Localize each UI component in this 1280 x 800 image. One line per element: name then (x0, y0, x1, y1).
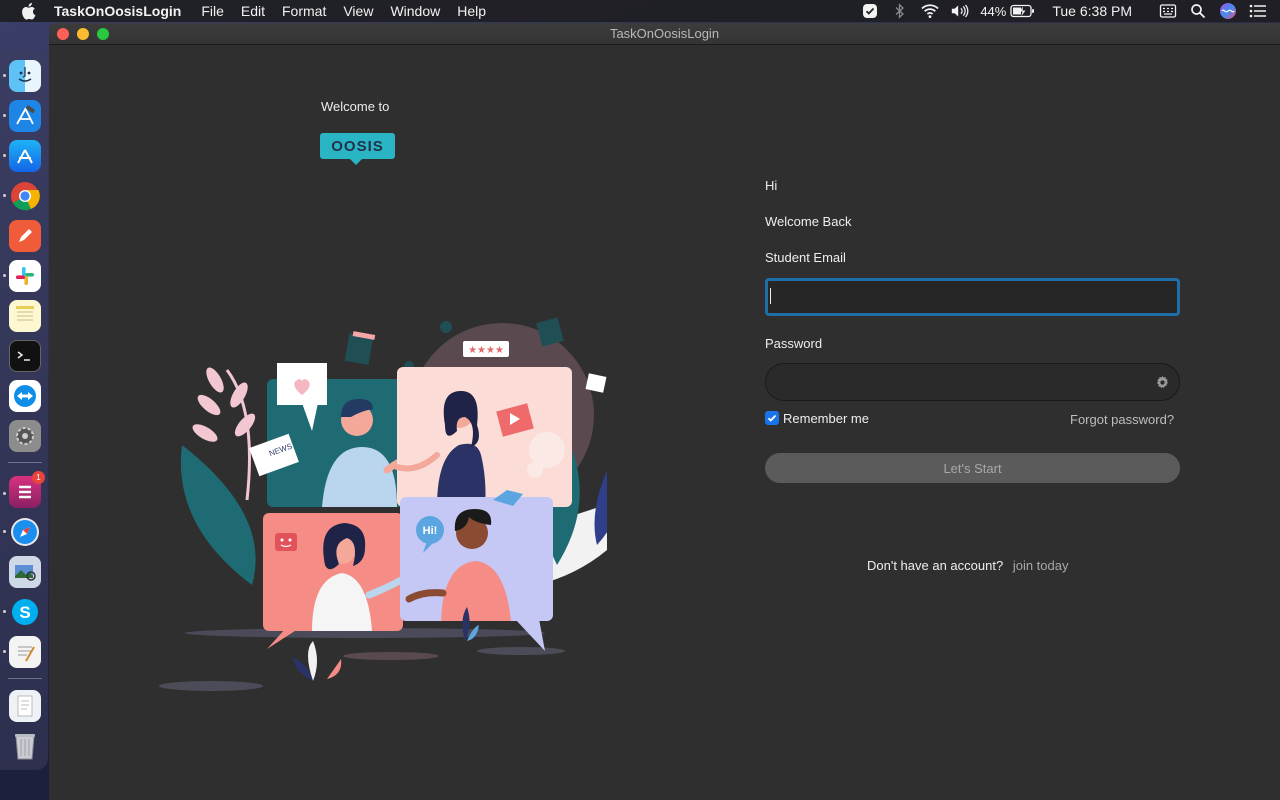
trash-icon[interactable] (9, 730, 41, 762)
remember-me-checkbox[interactable] (765, 411, 779, 425)
documents-icon[interactable] (9, 690, 41, 722)
preview-icon[interactable] (9, 556, 41, 588)
svg-text:S: S (19, 603, 30, 622)
dock-separator (8, 678, 42, 679)
xcode-icon[interactable] (9, 100, 41, 132)
input-menu-icon[interactable] (1158, 2, 1178, 20)
svg-text:★★★★: ★★★★ (468, 345, 504, 356)
oosis-logo: OOSIS (320, 133, 395, 165)
window-title: TaskOnOosisLogin (609, 26, 720, 41)
siri-icon[interactable] (1218, 2, 1238, 20)
welcome-back-text: Welcome Back (765, 214, 852, 229)
lets-start-button[interactable]: Let's Start (765, 453, 1180, 483)
video-chat-illustration: ★★★★ NEWS Hi! (159, 317, 607, 691)
pencil-app-icon[interactable] (9, 220, 41, 252)
window-zoom-button[interactable] (97, 28, 109, 40)
dock-running-indicator (3, 492, 6, 495)
menu-view[interactable]: View (343, 3, 373, 19)
textedit-icon[interactable] (9, 636, 41, 668)
app-store-icon[interactable] (9, 140, 41, 172)
menu-bar-status-area: 44% Tue 6:38 PM (850, 0, 1280, 22)
menu-bar-clock[interactable]: Tue 6:38 PM (1052, 3, 1132, 19)
password-label: Password (765, 336, 823, 351)
window-close-button[interactable] (57, 28, 69, 40)
welcome-to-text: Welcome to (321, 99, 390, 114)
student-email-input[interactable] (765, 278, 1180, 316)
apple-logo-icon[interactable] (20, 2, 36, 20)
spotlight-search-icon[interactable] (1188, 2, 1208, 20)
checkmark-status-icon[interactable] (860, 2, 880, 20)
chrome-icon[interactable] (9, 180, 41, 212)
join-today-link[interactable]: join today (1013, 558, 1069, 573)
slack-icon[interactable] (9, 260, 41, 292)
skype-icon[interactable]: S (9, 596, 41, 628)
dock-running-indicator (3, 194, 6, 197)
volume-icon[interactable] (950, 2, 970, 20)
task-app-icon[interactable]: 1 (9, 471, 45, 508)
dock-running-indicator (3, 74, 6, 77)
safari-icon[interactable] (9, 516, 41, 548)
hi-speech-bubble: Hi! (423, 525, 438, 537)
notification-badge: 1 (32, 471, 45, 484)
student-email-label: Student Email (765, 250, 846, 265)
bluetooth-icon[interactable] (890, 2, 910, 20)
battery-percentage: 44% (980, 3, 1007, 19)
terminal-icon[interactable] (9, 340, 41, 372)
system-preferences-icon[interactable] (9, 420, 41, 452)
app-window: TaskOnOosisLogin Welcome to OOSIS ★★★★ N… (49, 23, 1280, 800)
notes-icon[interactable] (9, 300, 41, 332)
finder-icon[interactable] (9, 60, 41, 92)
login-screen: Welcome to OOSIS ★★★★ NEWS Hi! Hi Welcom… (49, 45, 1280, 800)
teamviewer-icon[interactable] (9, 380, 41, 412)
signup-prompt: Don't have an account? join today (867, 558, 1068, 573)
lets-start-label: Let's Start (943, 460, 1002, 476)
dock-running-indicator (3, 154, 6, 157)
dock-running-indicator (3, 650, 6, 653)
password-options-gear-icon[interactable] (1155, 375, 1170, 390)
password-input[interactable] (765, 363, 1180, 401)
wifi-icon[interactable] (920, 2, 940, 20)
dock-running-indicator (3, 610, 6, 613)
no-account-text: Don't have an account? (867, 558, 1004, 573)
menu-file[interactable]: File (201, 3, 224, 19)
dock-running-indicator (3, 114, 6, 117)
menu-window[interactable]: Window (390, 3, 440, 19)
menu-bar: TaskOnOosisLogin File Edit Format View W… (0, 0, 1280, 22)
window-titlebar[interactable]: TaskOnOosisLogin (49, 23, 1280, 45)
menu-help[interactable]: Help (457, 3, 486, 19)
dock: 1 S (0, 50, 48, 770)
dock-running-indicator (3, 530, 6, 533)
menu-app-name[interactable]: TaskOnOosisLogin (54, 3, 181, 19)
dock-running-indicator (3, 274, 6, 277)
forgot-password-link[interactable]: Forgot password? (1070, 412, 1174, 427)
remember-me-label[interactable]: Remember me (783, 411, 869, 426)
menu-edit[interactable]: Edit (241, 3, 265, 19)
greeting-text: Hi (765, 178, 778, 193)
text-cursor (770, 288, 771, 304)
battery-charging-icon[interactable] (1010, 2, 1036, 20)
logo-text: OOSIS (331, 137, 384, 155)
menu-format[interactable]: Format (282, 3, 326, 19)
window-minimize-button[interactable] (77, 28, 89, 40)
notification-center-icon[interactable] (1248, 2, 1268, 20)
dock-separator (8, 462, 42, 463)
